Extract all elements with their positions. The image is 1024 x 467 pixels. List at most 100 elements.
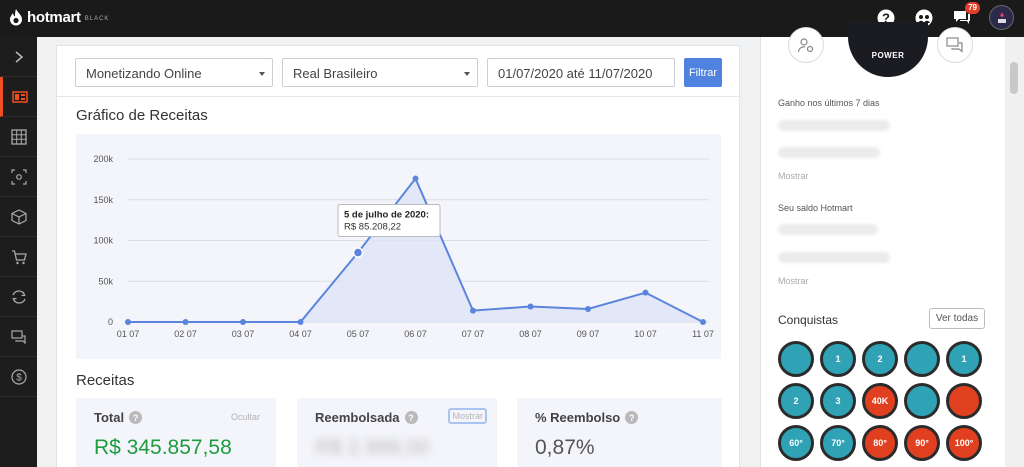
main-card: Monetizando Online Real Brasileiro 01/07… [56, 45, 741, 467]
achievement-badges: 1 2 1 2 3 40K 60° 70° 80° 90° 100° [778, 341, 988, 461]
show-earned-link[interactable]: Mostrar [778, 171, 809, 181]
achievement-badge[interactable]: 90° [904, 425, 940, 461]
refund-percent-label: % Reembolso [535, 410, 621, 425]
show-refunded-link[interactable]: Mostrar [448, 408, 487, 424]
sidebar-item-subscriptions[interactable] [0, 277, 37, 317]
right-panel: POWER Ganho nos últimos 7 dias Mostrar S… [760, 22, 1005, 467]
sidebar-item-messages[interactable] [0, 317, 37, 357]
y-tick-label: 0 [108, 317, 113, 327]
x-tick-label: 10 07 [634, 329, 657, 339]
notification-count-badge: 79 [965, 1, 980, 14]
show-balance-link[interactable]: Mostrar [778, 276, 809, 286]
y-tick-label: 100k [93, 236, 113, 246]
power-badge-label: POWER [871, 51, 905, 60]
earned-value-hidden-2 [778, 147, 880, 158]
messages-icon [10, 329, 26, 344]
earned-value-hidden [778, 120, 890, 131]
achievement-badge[interactable] [946, 383, 982, 419]
achievement-badge[interactable] [778, 341, 814, 377]
grid-icon [10, 128, 27, 145]
help-icon[interactable]: ? [404, 411, 418, 424]
scroll-thumb[interactable] [1010, 62, 1018, 94]
achievements-title: Conquistas [778, 313, 839, 327]
product-select[interactable]: Monetizando Online [75, 58, 273, 87]
support-chat-button[interactable] [937, 27, 973, 63]
x-tick-label: 06 07 [404, 329, 427, 339]
product-select-value: Monetizando Online [86, 66, 202, 81]
achievement-badge[interactable]: 2 [862, 341, 898, 377]
chevron-down-icon [464, 72, 470, 76]
sidebar-item-dashboard[interactable] [0, 77, 37, 117]
hide-total-link[interactable]: Ocultar [231, 412, 260, 422]
achievement-badge[interactable] [904, 341, 940, 377]
y-tick-label: 200k [93, 154, 113, 164]
dashboard-icon [12, 90, 28, 103]
logo-tier: BLACK [84, 16, 110, 22]
power-badge: POWER [848, 22, 928, 77]
sidebar-item-products[interactable] [0, 197, 37, 237]
date-range-value: 01/07/2020 até 11/07/2020 [498, 66, 653, 81]
dollar-icon: $ [10, 368, 27, 385]
x-tick-label: 04 07 [289, 329, 312, 339]
revenue-title: Receitas [76, 372, 135, 389]
page-scrollbar[interactable] [1005, 37, 1024, 467]
logo-name: hotmart [27, 8, 81, 26]
data-point [527, 303, 534, 310]
currency-select[interactable]: Real Brasileiro [282, 58, 478, 87]
sidebar-item-apps[interactable] [0, 117, 37, 157]
sidebar-item-affiliates[interactable] [0, 157, 37, 197]
help-icon[interactable]: ? [625, 411, 639, 424]
revenue-refunded-card: Reembolsada ? Mostrar R$ 2.999,00 [297, 398, 497, 467]
currency-select-value: Real Brasileiro [293, 66, 378, 81]
revenue-chart: 0 50k 100k 150k 200k 01 07 02 07 03 07 04 07 05 0… [76, 134, 721, 359]
sidebar-expand[interactable] [0, 37, 37, 77]
tooltip-value: R$ 85.208,22 [344, 222, 401, 233]
data-point [585, 305, 591, 312]
cart-icon [11, 249, 27, 264]
y-tick-label: 150k [93, 195, 113, 205]
revenue-total-card: Total ? Ocultar R$ 345.857,58 [76, 398, 276, 467]
refresh-icon [11, 289, 26, 304]
x-tick-label: 02 07 [174, 329, 197, 339]
achievement-badge[interactable]: 60° [778, 425, 814, 461]
filter-button[interactable]: Filtrar [684, 58, 722, 87]
data-point [352, 247, 364, 258]
x-tick-label: 03 07 [232, 329, 255, 339]
sidebar-item-sales[interactable] [0, 237, 37, 277]
data-point [642, 289, 649, 296]
balance-label: Seu saldo Hotmart [778, 203, 853, 213]
achievement-badge[interactable]: 40K [862, 383, 898, 419]
y-tick-label: 50k [98, 276, 113, 286]
achievement-badge[interactable]: 1 [946, 341, 982, 377]
data-point [470, 307, 476, 314]
date-range-input[interactable]: 01/07/2020 até 11/07/2020 [487, 58, 675, 87]
earned-label: Ganho nos últimos 7 dias [778, 98, 880, 108]
data-point [700, 319, 706, 325]
x-tick-label: 11 07 [692, 329, 714, 339]
achievement-badge[interactable]: 1 [820, 341, 856, 377]
notifications-button[interactable]: 79 [951, 1, 980, 29]
account-settings-button[interactable] [788, 27, 824, 63]
achievement-badge[interactable]: 2 [778, 383, 814, 419]
achievement-badge[interactable]: 3 [820, 383, 856, 419]
hotmart-logo[interactable]: hotmart BLACK [9, 8, 109, 26]
data-point [125, 319, 131, 325]
filter-bar: Monetizando Online Real Brasileiro 01/07… [57, 46, 741, 97]
see-all-achievements-button[interactable]: Ver todas [929, 308, 985, 329]
x-tick-label: 08 07 [519, 329, 542, 339]
achievement-badge[interactable] [904, 383, 940, 419]
x-tick-label: 07 07 [462, 329, 485, 339]
revenue-refunded-value: R$ 2.999,00 [315, 436, 430, 459]
achievement-badge[interactable]: 100° [946, 425, 982, 461]
avatar-figure-icon [997, 11, 1006, 23]
svg-text:$: $ [16, 372, 22, 383]
achievement-badge[interactable]: 80° [862, 425, 898, 461]
user-avatar[interactable] [989, 5, 1014, 30]
x-tick-label: 05 07 [347, 329, 370, 339]
user-gear-icon [797, 38, 814, 53]
sidebar-item-finance[interactable]: $ [0, 357, 37, 397]
achievement-badge[interactable]: 70° [820, 425, 856, 461]
help-icon[interactable]: ? [129, 411, 143, 424]
refund-percent-value: 0,87% [535, 436, 595, 459]
x-tick-label: 09 07 [577, 329, 600, 339]
